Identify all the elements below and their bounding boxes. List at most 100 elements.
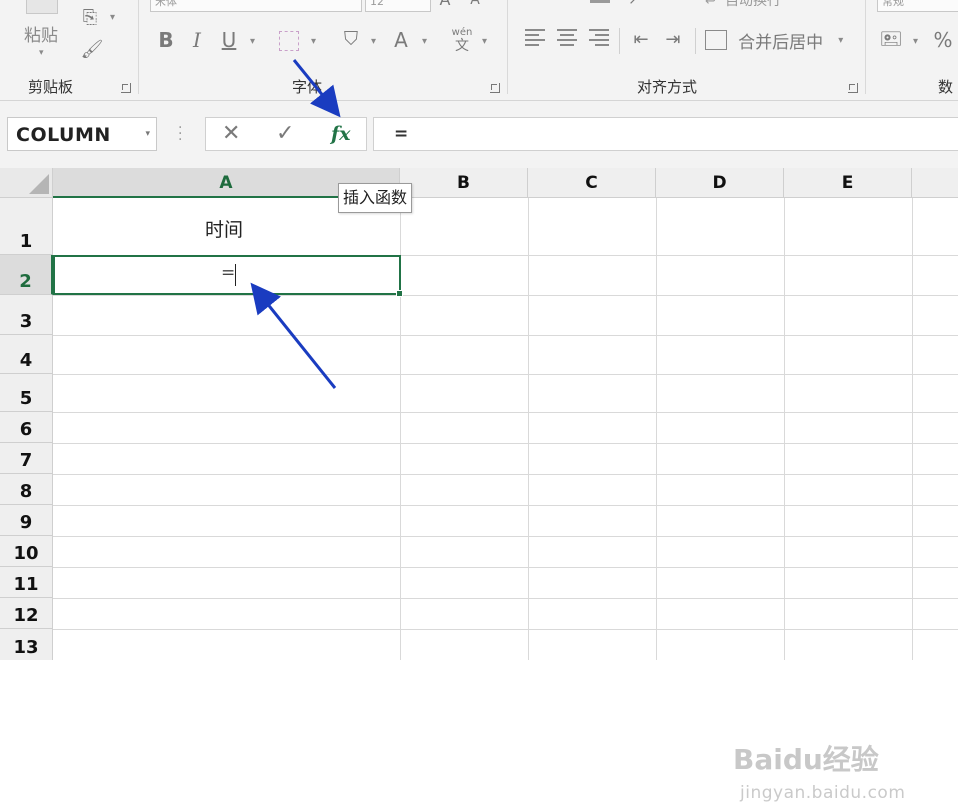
grow-font-icon[interactable]: A [436,0,454,12]
font-color-button[interactable]: A [390,28,412,52]
active-cell-a2[interactable]: = [53,255,403,297]
number-format-select[interactable]: 常规 [877,0,958,12]
row-header-5[interactable]: 5 [0,374,53,412]
gridline [53,567,958,568]
wrap-text-label: 自动换行 [725,0,781,9]
column-header-c[interactable]: C [528,168,656,198]
format-painter-icon[interactable]: 🖌 [80,38,104,62]
font-color-dropdown-icon[interactable]: ▾ [422,36,427,47]
font-size-select[interactable]: 12 [365,0,431,12]
formula-input-value: = [394,124,409,144]
wrap-text-button[interactable]: ↩ 自动换行 [705,0,815,9]
gridline [784,198,785,660]
font-launcher-icon[interactable] [490,83,500,93]
name-box[interactable]: COLUMN ▾ [7,117,157,151]
row-header-6[interactable]: 6 [0,412,53,443]
shrink-font-icon[interactable]: A [466,0,484,12]
formula-buttons: ✕ ✓ fx [205,117,367,151]
ribbon-separator [507,0,508,94]
column-header-b[interactable]: B [400,168,528,198]
watermark-logo: Baidu经验 [733,743,879,776]
enter-button[interactable]: ✓ [276,120,294,148]
formula-bar: COLUMN ▾ · · · ✕ ✓ fx = [0,101,958,169]
fill-handle[interactable] [396,290,403,297]
merge-center-button[interactable]: 合并后居中 ▾ [705,28,855,54]
gridline [53,412,958,413]
row-label: 10 [13,543,39,564]
row-header-13[interactable]: 13 [0,629,53,660]
paste-button[interactable]: 粘贴 ▾ [18,0,68,70]
bold-button[interactable]: B [155,28,177,52]
gridline [912,198,913,660]
borders-dropdown-icon[interactable]: ▾ [311,36,316,47]
row-header-8[interactable]: 8 [0,474,53,505]
percent-button[interactable]: % [930,28,956,52]
orientation-icon[interactable]: ↗ [625,0,643,12]
row-label: 1 [19,231,33,252]
underline-button[interactable]: U [218,28,240,52]
row-label: 4 [19,350,33,371]
ribbon: 粘贴 ▾ ⎘ ▾ 🖌 剪贴板 宋体 12 A A B I U ▾ ▾ ⛉ ▾ A… [0,0,958,101]
fill-color-dropdown-icon[interactable]: ▾ [371,36,376,47]
font-name-select[interactable]: 宋体 [150,0,362,12]
underline-dropdown-icon[interactable]: ▾ [250,36,255,47]
align-center-icon[interactable] [557,29,577,51]
fill-color-icon[interactable]: ⛉ [340,27,362,51]
paste-label: 粘贴 [24,26,58,46]
phonetic-dropdown-icon[interactable]: ▾ [482,36,487,47]
row-header-9[interactable]: 9 [0,505,53,536]
gridline [53,374,958,375]
ribbon-separator [138,0,139,94]
row-header-11[interactable]: 11 [0,567,53,598]
phonetic-button[interactable]: wén 文 [450,28,474,55]
formula-input[interactable]: = [373,117,958,151]
alignment-launcher-icon[interactable] [848,83,858,93]
row-header-10[interactable]: 10 [0,536,53,567]
copy-dropdown-icon[interactable]: ▾ [110,12,115,23]
select-all-button[interactable] [0,168,53,198]
insert-function-tooltip: 插入函数 [338,183,413,213]
paste-dropdown-icon: ▾ [39,48,44,58]
clipboard-launcher-icon[interactable] [121,83,131,93]
column-header-d[interactable]: D [656,168,784,198]
italic-button[interactable]: I [186,28,208,52]
insert-function-button[interactable]: fx [331,120,351,148]
increase-indent-icon[interactable]: ⇥ [660,28,686,52]
align-left-icon[interactable] [525,29,545,51]
formula-bar-resize-handle[interactable]: · · · [178,121,182,147]
cell-a1[interactable]: 时间 [205,215,243,242]
name-box-dropdown-icon[interactable]: ▾ [145,129,150,139]
copy-icon[interactable]: ⎘ [78,6,102,30]
column-header-f[interactable] [912,168,958,198]
align-right-icon[interactable] [589,29,609,51]
decrease-indent-icon[interactable]: ⇤ [628,28,654,52]
row-header-2[interactable]: 2 [0,255,53,295]
column-header-e[interactable]: E [784,168,912,198]
align-top-icon[interactable] [590,0,610,3]
row-label: 6 [19,419,33,440]
row-header-1[interactable]: 1 [0,198,53,255]
row-label: 9 [19,512,33,533]
cell-a2-value: = [221,263,236,283]
gridline [53,598,958,599]
currency-dropdown-icon[interactable]: ▾ [913,36,918,47]
gridline [528,198,529,660]
gridline [656,198,657,660]
phonetic-bottom: 文 [455,38,469,54]
row-header-7[interactable]: 7 [0,443,53,474]
row-label: 3 [19,311,33,332]
merge-center-label: 合并后居中 [738,33,824,53]
row-label: 2 [19,271,32,292]
row-header-12[interactable]: 12 [0,598,53,629]
gridline [53,505,958,506]
cancel-button[interactable]: ✕ [222,120,240,148]
ribbon-separator [619,28,620,54]
borders-icon[interactable] [279,31,299,51]
ribbon-separator [865,0,866,94]
name-box-value: COLUMN [16,124,111,146]
currency-format-icon[interactable]: 🖭 [878,28,904,52]
worksheet-grid: A B C D E 1 2 3 4 5 6 7 8 9 10 11 12 13 … [0,168,958,803]
row-header-4[interactable]: 4 [0,335,53,374]
font-group-label: 字体 [292,78,323,96]
row-header-3[interactable]: 3 [0,295,53,335]
